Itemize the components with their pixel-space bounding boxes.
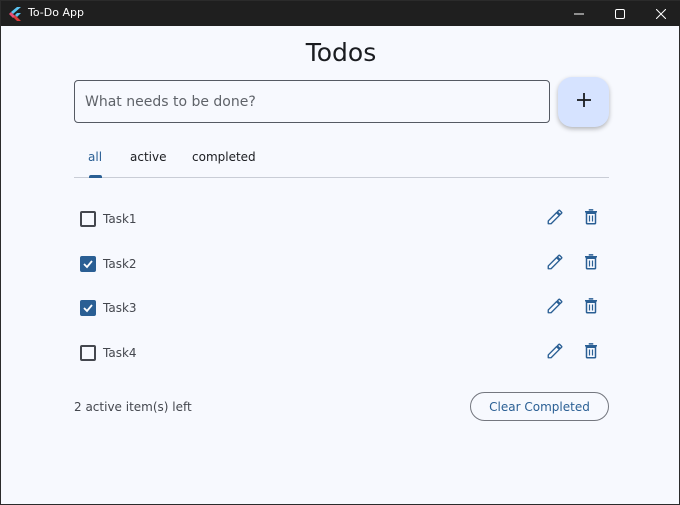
todo-checkbox[interactable] [80, 345, 96, 361]
todo-item: Task3 [74, 290, 609, 326]
flutter-logo-icon [8, 6, 22, 21]
clear-completed-button[interactable]: Clear Completed [470, 392, 609, 421]
new-todo-input[interactable] [74, 80, 550, 123]
filter-tabs: all active completed [74, 144, 609, 178]
todo-label: Task3 [103, 301, 137, 315]
edit-button[interactable] [544, 253, 566, 275]
page-title: Todos [305, 38, 377, 67]
pencil-icon [546, 253, 564, 275]
todo-checkbox[interactable] [80, 300, 96, 316]
close-icon [655, 4, 666, 23]
title-bar[interactable]: To-Do App [1, 1, 680, 26]
maximize-button[interactable] [597, 1, 642, 26]
todo-item: Task4 [74, 335, 609, 371]
tab-active[interactable]: active [130, 150, 166, 164]
todo-item: Task1 [74, 201, 609, 237]
pencil-icon [546, 208, 564, 230]
delete-button[interactable] [580, 208, 602, 230]
tab-completed[interactable]: completed [192, 150, 256, 164]
trash-icon [582, 342, 600, 364]
delete-button[interactable] [580, 342, 602, 364]
delete-button[interactable] [580, 253, 602, 275]
todo-label: Task4 [103, 346, 137, 360]
delete-button[interactable] [580, 297, 602, 319]
tab-indicator [89, 175, 102, 178]
pencil-icon [546, 342, 564, 364]
minimize-icon [573, 4, 584, 23]
close-button[interactable] [638, 1, 680, 26]
maximize-icon [614, 4, 625, 23]
items-left-count: 2 active item(s) left [74, 400, 192, 414]
edit-button[interactable] [544, 208, 566, 230]
edit-button[interactable] [544, 297, 566, 319]
trash-icon [582, 253, 600, 275]
minimize-button[interactable] [556, 1, 601, 26]
todo-label: Task2 [103, 257, 137, 271]
trash-icon [582, 208, 600, 230]
window-title: To-Do App [28, 6, 84, 19]
tab-all[interactable]: all [88, 150, 102, 164]
add-todo-button[interactable] [558, 77, 609, 127]
todo-item: Task2 [74, 246, 609, 282]
app-window: To-Do App Todos all active completed [0, 0, 680, 505]
plus-icon [576, 92, 592, 112]
trash-icon [582, 297, 600, 319]
pencil-icon [546, 297, 564, 319]
edit-button[interactable] [544, 342, 566, 364]
todo-checkbox[interactable] [80, 256, 96, 272]
todo-checkbox[interactable] [80, 211, 96, 227]
todo-label: Task1 [103, 212, 137, 226]
